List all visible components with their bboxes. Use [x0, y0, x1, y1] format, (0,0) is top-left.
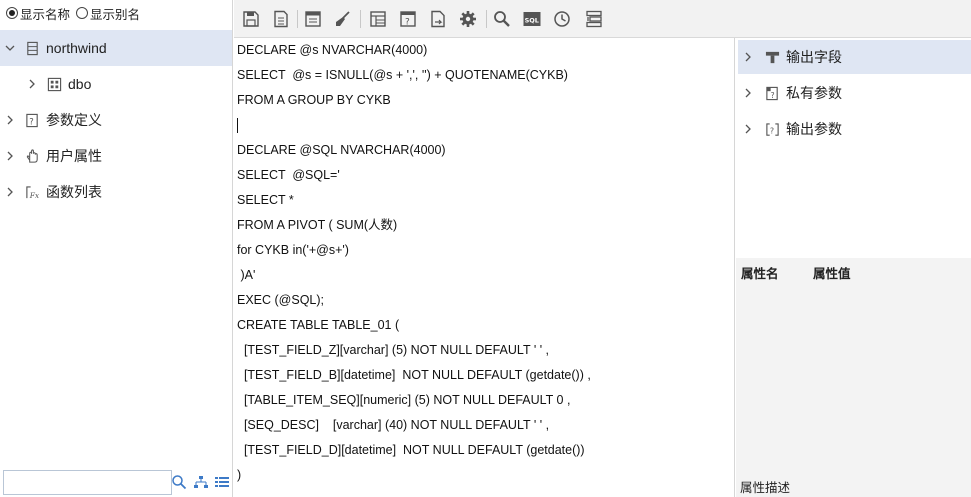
sql-editor[interactable]: DECLARE @s NVARCHAR(4000) SELECT @s = IS… — [234, 38, 735, 497]
property-description: 属性描述 — [740, 481, 791, 495]
tree-search-input[interactable] — [3, 470, 172, 495]
code-line[interactable]: FROM A PIVOT ( SUM(人数) — [237, 215, 397, 235]
radio-unchecked-icon — [76, 7, 89, 19]
code-line[interactable]: CREATE TABLE TABLE_01 ( — [237, 315, 399, 335]
chevron-right-icon[interactable] — [4, 114, 16, 126]
chevron-down-icon[interactable] — [4, 42, 16, 54]
chevron-right-icon[interactable] — [742, 87, 754, 99]
code-line[interactable]: [TABLE_ITEM_SEQ][numeric] (5) NOT NULL D… — [237, 390, 571, 410]
save-as-icon[interactable] — [271, 9, 291, 29]
field-icon — [764, 49, 780, 65]
private-params-label: 私有参数 — [786, 85, 842, 101]
sql-icon[interactable]: SQL — [522, 9, 542, 29]
tree-item-schema[interactable]: dbo — [0, 66, 232, 102]
tree-item-schema-label: dbo — [68, 76, 92, 92]
parameter-icon: ? — [24, 112, 40, 128]
text-caret — [237, 118, 238, 133]
object-tree-panel: 显示名称 显示别名 northwind dbo ? 参数定义 用户属性 Fx 函… — [0, 0, 233, 497]
tree-item-database-label: northwind — [46, 40, 107, 56]
param-icon[interactable]: ? — [398, 9, 418, 29]
output-tree: 输出字段 ? 私有参数 ? 输出参数 — [736, 38, 971, 258]
code-line[interactable]: [TEST_FIELD_B][datetime] NOT NULL DEFAUL… — [237, 365, 591, 385]
save-icon[interactable] — [241, 9, 261, 29]
tree-item-func-list-label: 函数列表 — [46, 184, 102, 200]
show-alias-radio[interactable]: 显示别名 — [76, 4, 140, 23]
code-line[interactable]: ) — [237, 465, 241, 485]
code-line[interactable]: FROM A GROUP BY CYKB — [237, 90, 391, 110]
toolbar-separator — [360, 10, 361, 28]
tree-item-params-def[interactable]: ? 参数定义 — [0, 102, 232, 138]
chevron-right-icon[interactable] — [4, 186, 16, 198]
toolbar-separator — [297, 10, 298, 28]
code-line[interactable]: SELECT * — [237, 190, 294, 210]
code-line[interactable]: DECLARE @SQL NVARCHAR(4000) — [237, 140, 446, 160]
chevron-right-icon[interactable] — [4, 150, 16, 162]
tree-item-func-list[interactable]: Fx 函数列表 — [0, 174, 232, 210]
search-icon[interactable] — [170, 473, 188, 491]
radio-checked-icon — [6, 7, 18, 19]
tree-item-output-params[interactable]: ? 输出参数 — [738, 112, 971, 146]
tree-view-icon[interactable] — [192, 473, 210, 491]
chevron-right-icon[interactable] — [742, 51, 754, 63]
show-name-label: 显示名称 — [20, 7, 71, 22]
tree-item-user-props[interactable]: 用户属性 — [0, 138, 232, 174]
tree-item-database[interactable]: northwind — [0, 30, 232, 66]
function-icon: Fx — [24, 184, 40, 200]
code-line[interactable]: SELECT @s = ISNULL(@s + ',', '') + QUOTE… — [237, 65, 568, 85]
code-line[interactable]: )A' — [237, 265, 255, 285]
tree-item-params-def-label: 参数定义 — [46, 112, 102, 128]
editor-toolbar: ? SQL — [234, 0, 971, 38]
settings-icon[interactable] — [458, 9, 478, 29]
find-icon[interactable] — [492, 9, 512, 29]
schema-icon — [46, 76, 62, 92]
chevron-right-icon[interactable] — [26, 78, 38, 90]
svg-text:Fx: Fx — [28, 191, 39, 200]
window-icon[interactable] — [303, 9, 323, 29]
output-param-icon: ? — [764, 121, 780, 137]
show-name-radio[interactable]: 显示名称 — [6, 4, 70, 23]
output-fields-label: 输出字段 — [786, 49, 842, 65]
code-line[interactable]: SELECT @SQL=' — [237, 165, 340, 185]
history-icon[interactable] — [552, 9, 572, 29]
code-line[interactable]: EXEC (@SQL); — [237, 290, 324, 310]
code-line[interactable]: for CYKB in('+@s+') — [237, 240, 349, 260]
chevron-right-icon[interactable] — [742, 123, 754, 135]
format-icon[interactable] — [584, 9, 604, 29]
output-params-label: 输出参数 — [786, 121, 842, 137]
toolbar-separator — [486, 10, 487, 28]
svg-text:?: ? — [29, 116, 33, 126]
svg-text:?: ? — [770, 91, 774, 100]
code-line[interactable]: [TEST_FIELD_Z][varchar] (5) NOT NULL DEF… — [237, 340, 549, 360]
tree-item-user-props-label: 用户属性 — [46, 148, 102, 164]
show-alias-label: 显示别名 — [90, 7, 141, 22]
property-name-header: 属性名 — [741, 267, 779, 281]
code-line[interactable]: DECLARE @s NVARCHAR(4000) — [237, 40, 427, 60]
list-view-icon[interactable] — [213, 473, 231, 491]
output-panel: 输出字段 ? 私有参数 ? 输出参数 属性名 属性值 属性描述 — [736, 38, 971, 497]
clear-icon[interactable] — [333, 9, 353, 29]
export-icon[interactable] — [428, 9, 448, 29]
tree-item-private-params[interactable]: ? 私有参数 — [738, 76, 971, 110]
code-line[interactable]: [TEST_FIELD_D][datetime] NOT NULL DEFAUL… — [237, 440, 585, 460]
database-icon — [24, 40, 40, 56]
sql-icon-text: SQL — [525, 17, 539, 25]
property-value-header: 属性值 — [813, 267, 851, 281]
private-param-icon: ? — [764, 85, 780, 101]
layout-icon[interactable] — [368, 9, 388, 29]
hand-icon — [24, 148, 40, 164]
display-mode-radios: 显示名称 显示别名 — [6, 4, 146, 22]
tree-item-output-fields[interactable]: 输出字段 — [738, 40, 971, 74]
svg-text:?: ? — [769, 126, 773, 135]
svg-text:?: ? — [405, 18, 410, 28]
code-line[interactable]: [SEQ_DESC] [varchar] (40) NOT NULL DEFAU… — [237, 415, 549, 435]
